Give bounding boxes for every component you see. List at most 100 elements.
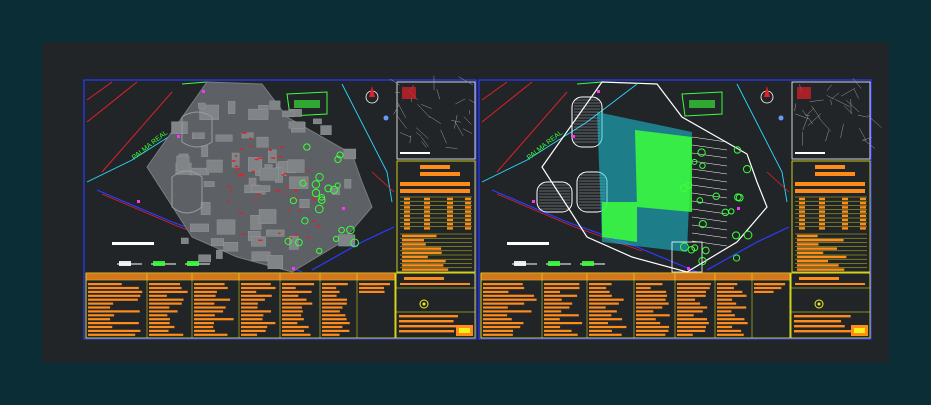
key-map-line: [440, 129, 447, 144]
red-mark: [293, 190, 298, 192]
grid-cell: [447, 210, 453, 213]
legend-cell: [241, 318, 263, 321]
legend-cell: [636, 294, 667, 297]
legend-cell: [544, 310, 562, 313]
tree: [732, 254, 741, 262]
structure-line: [691, 152, 728, 159]
legend-frame: [480, 272, 791, 339]
legend-cell: [483, 318, 512, 321]
building-block: [201, 145, 209, 157]
legend-cell: [149, 322, 170, 325]
grid-cell: [404, 227, 410, 230]
magenta-marker: [292, 267, 295, 270]
building-block: [299, 199, 310, 209]
legend-cell: [322, 329, 350, 332]
legend-cell: [544, 318, 560, 321]
legend-cell: [282, 333, 311, 336]
grid-cell: [447, 206, 453, 209]
key-map-line: [429, 116, 441, 124]
legend-cell: [241, 283, 271, 286]
tree: [743, 230, 753, 240]
info-table-row: [815, 165, 845, 169]
key-map-line: [831, 92, 840, 99]
key-map-line: [866, 114, 882, 128]
grid-cell: [819, 197, 825, 201]
legend-cell: [677, 302, 701, 305]
red-mark: [282, 191, 285, 193]
legend-cell: [483, 290, 509, 293]
key-map-line: [804, 114, 810, 116]
title-column: [791, 78, 882, 273]
legend-cell: [483, 322, 524, 325]
legend-cell: [483, 302, 525, 305]
grid-cell: [402, 264, 444, 267]
legend-cell: [589, 298, 624, 301]
legend-cell: [483, 286, 525, 290]
grid-cell: [447, 227, 453, 230]
legend-cell: [589, 310, 617, 313]
scale-label-box: [582, 261, 594, 266]
grid-cell: [404, 206, 410, 209]
legend-cell: [483, 283, 523, 286]
red-mark: [234, 165, 239, 168]
legend-cell: [544, 294, 578, 297]
legend-cell: [149, 314, 168, 317]
grid-cell: [842, 218, 848, 222]
legend-cell: [322, 322, 350, 325]
key-map-line: [811, 105, 821, 119]
building-block: [231, 152, 240, 168]
building-block: [171, 121, 188, 134]
legend-cell: [322, 325, 343, 329]
key-map-line: [454, 114, 458, 129]
legend-cell: [483, 325, 521, 329]
sheet-number-mark: [854, 328, 865, 333]
legend-cell: [483, 306, 508, 309]
grid-cell: [402, 243, 426, 246]
grid-cell: [860, 218, 866, 222]
legend-cell: [322, 318, 347, 321]
grid-cell: [842, 227, 848, 230]
red-mark: [288, 209, 291, 212]
hatch-green: [602, 202, 637, 242]
key-map-line: [415, 132, 422, 137]
building-block: [203, 181, 215, 187]
grid-cell: [424, 210, 430, 213]
red-mark: [268, 149, 273, 151]
magenta-marker: [737, 207, 740, 210]
grid-cell: [842, 197, 848, 201]
legend-cell: [544, 302, 573, 305]
grid-cell: [799, 218, 805, 222]
key-map-line: [835, 99, 850, 107]
tree: [742, 165, 752, 174]
legend-cell: [677, 333, 693, 336]
legend-cell: [149, 329, 169, 332]
legend-cell: [282, 306, 302, 309]
legend-cell: [589, 290, 610, 293]
grid-cell: [404, 197, 410, 201]
red-mark: [241, 233, 246, 235]
info-table-row: [795, 182, 865, 186]
title-block-header: [790, 272, 871, 289]
building-block: [189, 223, 209, 232]
key-map-line: [863, 139, 876, 149]
legend-cell: [322, 290, 340, 293]
grid-cell: [819, 218, 825, 222]
red-mark: [249, 145, 253, 147]
red-mark: [278, 232, 281, 235]
key-map-line: [396, 115, 407, 129]
legend-cell: [88, 306, 111, 309]
info-table-row: [400, 182, 470, 186]
red-mark: [312, 220, 316, 222]
key-map-line: [417, 104, 431, 118]
legend-cell: [88, 314, 115, 317]
key-map-line: [826, 84, 832, 91]
red-mark: [237, 168, 240, 170]
legend-header: [86, 273, 395, 280]
grid-cell: [819, 202, 825, 205]
legend-cell: [322, 283, 348, 286]
grid-cell: [842, 206, 848, 209]
legend-cell: [544, 306, 570, 309]
legend-cell: [194, 322, 214, 325]
red-mark: [274, 190, 280, 192]
legend-cell: [149, 298, 184, 301]
